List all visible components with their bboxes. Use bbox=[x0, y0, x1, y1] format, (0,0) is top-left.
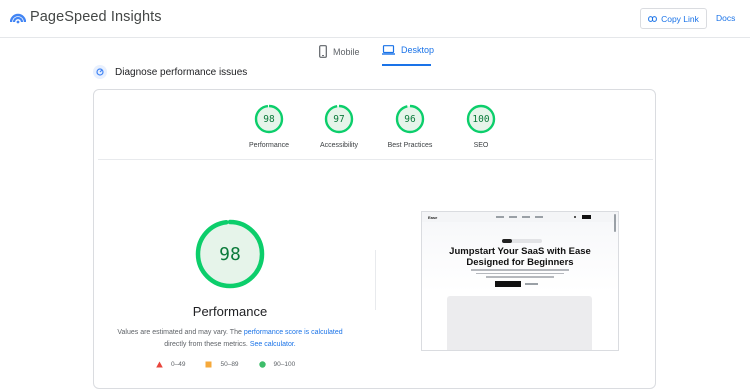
calculator-link[interactable]: See calculator. bbox=[250, 341, 296, 348]
score-calculation-link[interactable]: performance score is calculated bbox=[244, 329, 343, 336]
phone-icon bbox=[319, 45, 327, 58]
legend-pass: 90–100 bbox=[258, 361, 296, 368]
hero-line-2: Designed for Beginners bbox=[466, 257, 574, 268]
tab-desktop-label: Desktop bbox=[401, 45, 435, 55]
note-prefix: Values are estimated and may vary. The bbox=[117, 329, 244, 336]
hero-line-1: Jumpstart Your SaaS with Ease bbox=[449, 246, 591, 257]
summary-divider bbox=[98, 159, 653, 160]
page-screenshot[interactable]: Ease Jumpstart Your SaaS with Ease Desig… bbox=[421, 211, 619, 351]
screenshot-cta-primary bbox=[495, 281, 521, 287]
copy-link-label: Copy Link bbox=[661, 13, 699, 24]
summary-performance[interactable]: 98 Performance bbox=[234, 104, 304, 149]
screenshot-nav-button bbox=[582, 215, 591, 219]
screenshot-logo: Ease bbox=[428, 215, 438, 220]
screenshot-scrollbar bbox=[614, 214, 616, 232]
score-legend: 0–49 50–89 90–100 bbox=[156, 361, 315, 368]
tab-mobile[interactable]: Mobile bbox=[319, 45, 360, 58]
docs-link[interactable]: Docs bbox=[716, 13, 735, 23]
legend-fail: 0–49 bbox=[156, 361, 185, 368]
tab-mobile-label: Mobile bbox=[333, 46, 360, 57]
laptop-icon bbox=[382, 45, 395, 55]
summary-label: Best Practices bbox=[387, 142, 433, 149]
screenshot-theme-icon bbox=[574, 216, 576, 218]
screenshot-nav: Ease bbox=[422, 212, 618, 222]
metrics-note: Values are estimated and may vary. The p… bbox=[108, 327, 352, 351]
performance-title: Performance bbox=[192, 304, 268, 319]
summary-label: Accessibility bbox=[319, 142, 359, 149]
diagnose-heading: Diagnose performance issues bbox=[93, 65, 247, 79]
screenshot-badge bbox=[502, 239, 542, 243]
summary-best-practices[interactable]: 96 Best Practices bbox=[375, 104, 445, 149]
top-bar: PageSpeed Insights Copy Link Docs bbox=[0, 0, 750, 38]
red-triangle-icon bbox=[156, 361, 163, 368]
screenshot-preview-panel bbox=[447, 296, 592, 350]
summary-label: Performance bbox=[248, 142, 290, 149]
summary-accessibility[interactable]: 97 Accessibility bbox=[304, 104, 374, 149]
screenshot-subtitle bbox=[471, 269, 569, 280]
diagnose-icon bbox=[93, 65, 107, 79]
summary-score: 98 bbox=[263, 113, 275, 125]
pagespeed-logo-icon[interactable] bbox=[10, 10, 26, 24]
green-circle-icon bbox=[258, 361, 266, 368]
summary-score: 96 bbox=[404, 113, 416, 125]
legend-pass-range: 90–100 bbox=[273, 361, 296, 368]
screenshot-nav-links bbox=[496, 216, 543, 218]
summary-score: 100 bbox=[472, 113, 490, 125]
screenshot-hero-title: Jumpstart Your SaaS with Ease Designed f… bbox=[422, 246, 618, 268]
copy-link-button[interactable]: Copy Link bbox=[640, 8, 707, 29]
legend-fail-range: 0–49 bbox=[171, 361, 186, 368]
performance-gauge bbox=[195, 219, 265, 289]
summary-gauge: 97 bbox=[324, 104, 354, 134]
note-mid: directly from these metrics. bbox=[164, 341, 250, 348]
diagnose-label: Diagnose performance issues bbox=[115, 66, 248, 78]
summary-gauge: 98 bbox=[254, 104, 284, 134]
link-icon bbox=[648, 15, 657, 22]
orange-square-icon bbox=[205, 361, 212, 368]
device-tabs: Mobile Desktop bbox=[0, 38, 750, 68]
section-divider bbox=[375, 250, 376, 310]
summary-label: SEO bbox=[473, 142, 489, 149]
brand-title[interactable]: PageSpeed Insights bbox=[30, 9, 162, 25]
report-card: 98 Performance 97 Accessibility 96 Best Pract… bbox=[93, 89, 656, 389]
legend-average-range: 50–89 bbox=[220, 361, 239, 368]
tab-desktop[interactable]: Desktop bbox=[382, 45, 434, 55]
legend-average: 50–89 bbox=[205, 361, 239, 368]
screenshot-cta-secondary bbox=[525, 283, 538, 285]
active-tab-indicator bbox=[382, 64, 431, 66]
summary-score: 97 bbox=[333, 113, 345, 125]
summary-seo[interactable]: 100 SEO bbox=[446, 104, 516, 149]
summary-gauge: 96 bbox=[395, 104, 425, 134]
summary-gauge: 100 bbox=[466, 104, 496, 134]
